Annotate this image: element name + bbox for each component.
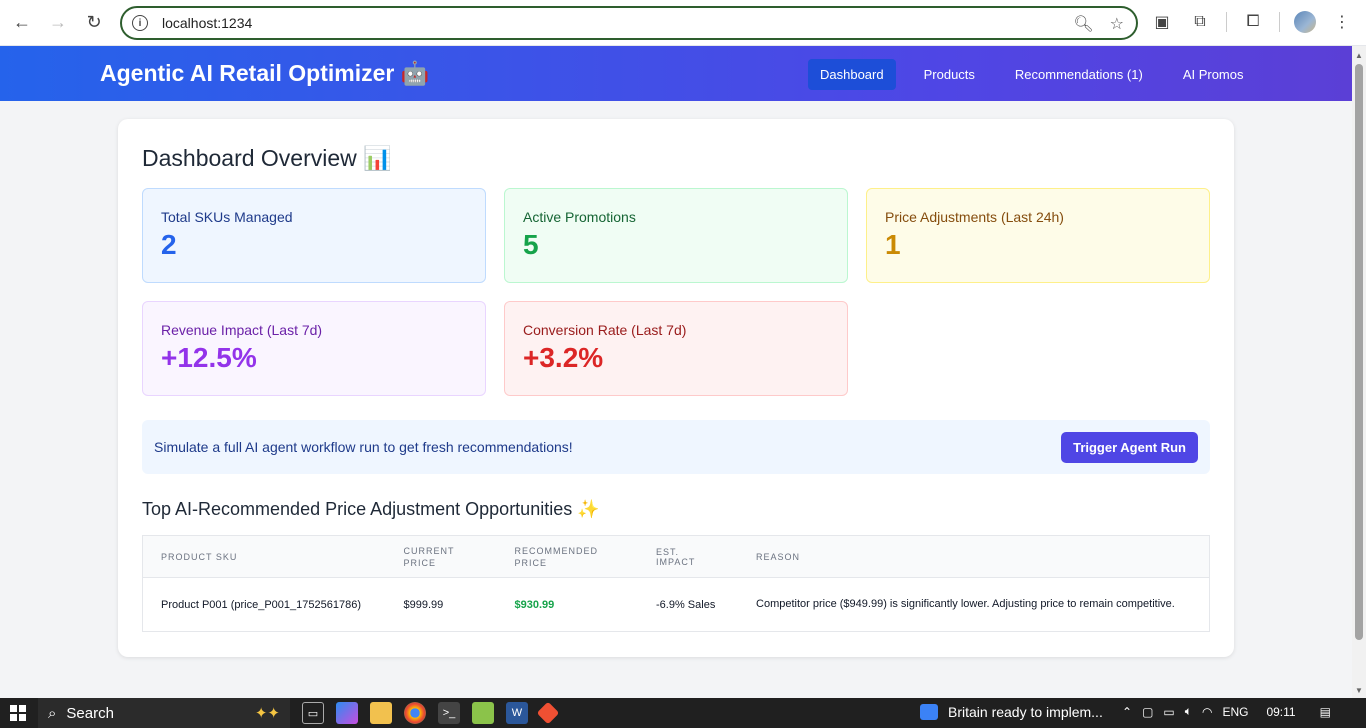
divider bbox=[1226, 12, 1227, 32]
language-indicator[interactable]: ENG bbox=[1222, 705, 1248, 719]
stat-card-revenue-impact: Revenue Impact (Last 7d) +12.5% bbox=[142, 301, 486, 396]
cell-recommended-price: $930.99 bbox=[514, 598, 555, 611]
copilot-icon[interactable] bbox=[336, 702, 358, 724]
trigger-agent-run-button[interactable]: Trigger Agent Run bbox=[1061, 432, 1198, 463]
puzzle-extensions-icon[interactable]: ⧉ bbox=[1188, 8, 1212, 36]
volume-icon[interactable]: 🔈︎ bbox=[1185, 704, 1192, 719]
stat-value: 2 bbox=[161, 229, 177, 260]
cell-impact: -6.9% Sales bbox=[656, 598, 716, 611]
profile-avatar[interactable] bbox=[1294, 11, 1316, 33]
column-header: CURRENT PRICE bbox=[385, 535, 497, 578]
news-widget[interactable]: Britain ready to implem... bbox=[920, 704, 1103, 720]
back-icon[interactable]: ← bbox=[4, 5, 40, 41]
forward-icon[interactable]: → bbox=[40, 5, 76, 41]
page-scrollbar[interactable]: ▲ ▼ bbox=[1352, 46, 1366, 698]
system-tray: ⌃ ▢ ▭ 🔈︎ ◠ ENG 09:11 ▤ bbox=[1122, 704, 1331, 719]
nav-recommendations[interactable]: Recommendations (1) bbox=[1003, 59, 1155, 90]
meet-icon[interactable]: ▢ bbox=[1142, 705, 1153, 719]
url-text[interactable]: localhost:1234 bbox=[162, 15, 252, 31]
chrome-icon[interactable] bbox=[404, 702, 426, 724]
extension-icon[interactable]: ▣ bbox=[1150, 8, 1174, 36]
tray-chevron-icon[interactable]: ⌃ bbox=[1122, 705, 1132, 719]
browser-toolbar: ← → ↻ i localhost:1234 🔍︎ ☆ ▣ ⧉ ⧠ ⋮ bbox=[0, 0, 1366, 46]
stat-card-total-skus: Total SKUs Managed 2 bbox=[142, 188, 486, 283]
recommendations-table: PRODUCT SKU CURRENT PRICE RECOMMENDED PR… bbox=[142, 535, 1210, 632]
nav-ai-promos[interactable]: AI Promos bbox=[1171, 59, 1256, 90]
scroll-down-icon[interactable]: ▼ bbox=[1355, 686, 1363, 695]
tab-search-icon[interactable]: ⧠ bbox=[1241, 8, 1265, 36]
zoom-icon[interactable]: 🔍︎ bbox=[1073, 14, 1093, 34]
word-icon[interactable]: W bbox=[506, 702, 528, 724]
bookmark-star-icon[interactable]: ☆ bbox=[1110, 14, 1124, 34]
table-row: Product P001 (price_P001_1752561786) $99… bbox=[143, 578, 1210, 632]
news-icon bbox=[920, 704, 938, 720]
agent-run-message: Simulate a full AI agent workflow run to… bbox=[154, 439, 573, 455]
windows-taskbar: ⌕ Search ✦✦ ▭ >_ W Britain ready to impl… bbox=[0, 698, 1366, 728]
table-header-row: PRODUCT SKU CURRENT PRICE RECOMMENDED PR… bbox=[142, 535, 1210, 578]
task-view-icon[interactable]: ▭ bbox=[302, 702, 324, 724]
stat-card-conversion-rate: Conversion Rate (Last 7d) +3.2% bbox=[504, 301, 848, 396]
app-title: Agentic AI Retail Optimizer 🤖 bbox=[100, 60, 430, 86]
dashboard-card: Dashboard Overview 📊 Total SKUs Managed … bbox=[118, 119, 1234, 657]
notepad-icon[interactable] bbox=[472, 702, 494, 724]
windows-start-icon[interactable] bbox=[10, 705, 26, 721]
nav-products[interactable]: Products bbox=[912, 59, 987, 90]
clock[interactable]: 09:11 bbox=[1266, 705, 1295, 719]
column-header: REASON bbox=[738, 535, 1210, 578]
address-bar[interactable]: i localhost:1234 🔍︎ ☆ bbox=[120, 6, 1138, 40]
column-header: RECOMMENDED PRICE bbox=[496, 535, 639, 578]
cell-current-price: $999.99 bbox=[403, 598, 444, 611]
search-icon: ⌕ bbox=[48, 704, 57, 722]
stat-value: 1 bbox=[885, 229, 901, 260]
stat-label: Revenue Impact (Last 7d) bbox=[161, 322, 323, 338]
stat-card-price-adjustments: Price Adjustments (Last 24h) 1 bbox=[866, 188, 1210, 283]
stat-card-active-promotions: Active Promotions 5 bbox=[504, 188, 848, 283]
main-nav: Dashboard Products Recommendations (1) A… bbox=[808, 59, 1266, 90]
stat-label: Price Adjustments (Last 24h) bbox=[885, 209, 1064, 225]
battery-icon[interactable]: ▭ bbox=[1163, 705, 1174, 719]
stat-label: Total SKUs Managed bbox=[161, 209, 293, 225]
site-info-icon[interactable]: i bbox=[132, 15, 148, 31]
stat-label: Conversion Rate (Last 7d) bbox=[523, 322, 687, 338]
file-explorer-icon[interactable] bbox=[370, 702, 392, 724]
page-title: Dashboard Overview 📊 bbox=[142, 145, 392, 171]
divider bbox=[1279, 12, 1280, 32]
scroll-up-icon[interactable]: ▲ bbox=[1355, 51, 1363, 60]
scrollbar-thumb[interactable] bbox=[1355, 64, 1363, 640]
notification-icon[interactable]: ▤ bbox=[1320, 705, 1331, 719]
terminal-icon[interactable]: >_ bbox=[438, 702, 460, 724]
cell-reason: Competitor price ($949.99) is significan… bbox=[756, 598, 1175, 610]
stat-value: +3.2% bbox=[523, 342, 604, 373]
reload-icon[interactable]: ↻ bbox=[76, 5, 112, 41]
stat-value: 5 bbox=[523, 229, 539, 260]
wifi-icon[interactable]: ◠ bbox=[1202, 705, 1212, 719]
menu-kebab-icon[interactable]: ⋮ bbox=[1330, 8, 1354, 36]
stat-value: +12.5% bbox=[161, 342, 257, 373]
column-header: PRODUCT SKU bbox=[142, 535, 386, 578]
sparkle-icon: ✦✦ bbox=[254, 705, 280, 722]
section-title: Top AI-Recommended Price Adjustment Oppo… bbox=[142, 499, 600, 519]
search-placeholder: Search bbox=[66, 704, 114, 722]
column-header: EST. IMPACT bbox=[638, 535, 739, 578]
news-headline: Britain ready to implem... bbox=[948, 704, 1103, 720]
stat-label: Active Promotions bbox=[523, 209, 636, 225]
agent-run-banner: Simulate a full AI agent workflow run to… bbox=[142, 420, 1210, 474]
nav-dashboard[interactable]: Dashboard bbox=[808, 59, 896, 90]
app-header: Agentic AI Retail Optimizer 🤖 Dashboard … bbox=[0, 46, 1352, 101]
cell-sku: Product P001 (price_P001_1752561786) bbox=[161, 598, 361, 611]
taskbar-search[interactable]: ⌕ Search ✦✦ bbox=[38, 698, 290, 728]
git-icon[interactable] bbox=[536, 701, 560, 725]
